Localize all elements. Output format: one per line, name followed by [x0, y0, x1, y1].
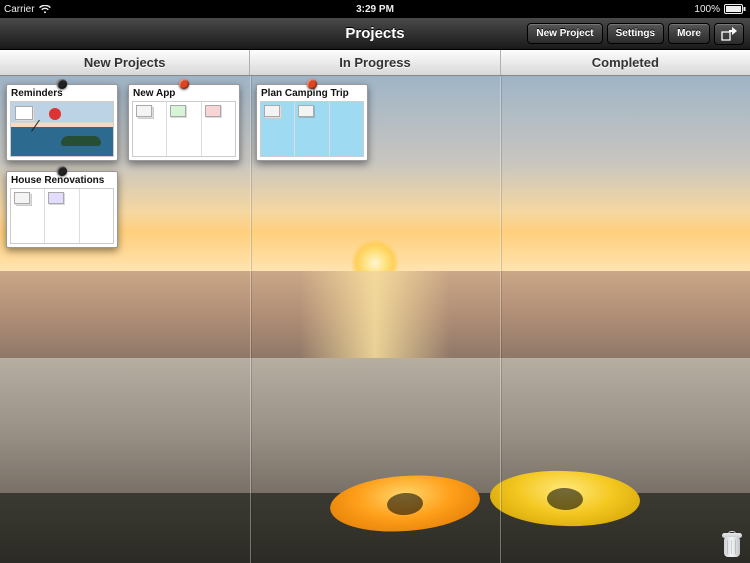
column-header-progress[interactable]: In Progress [250, 50, 500, 75]
pin-icon [179, 79, 189, 89]
battery-icon [724, 4, 746, 14]
share-button[interactable] [714, 23, 744, 45]
more-button[interactable]: More [668, 23, 710, 44]
trash-button[interactable] [722, 531, 742, 557]
column-in-progress[interactable]: Plan Camping Trip [250, 76, 500, 563]
wifi-icon [39, 5, 51, 14]
project-thumb [10, 101, 114, 157]
pin-icon [57, 166, 67, 176]
nav-bar: Projects New Project Settings More [0, 18, 750, 50]
project-card-new-app[interactable]: New App [128, 84, 240, 161]
settings-button[interactable]: Settings [607, 23, 664, 44]
battery-percent: 100% [694, 4, 720, 15]
pin-icon [57, 79, 67, 89]
status-clock: 3:29 PM [356, 4, 394, 15]
status-bar: Carrier 3:29 PM 100% [0, 0, 750, 18]
project-card-reminders[interactable]: Reminders [6, 84, 118, 161]
project-thumb [260, 101, 364, 157]
project-thumb [132, 101, 236, 157]
share-icon [721, 27, 737, 41]
carrier-label: Carrier [4, 4, 35, 15]
column-headers: New Projects In Progress Completed [0, 50, 750, 76]
column-header-completed[interactable]: Completed [501, 50, 750, 75]
project-card-camping[interactable]: Plan Camping Trip [256, 84, 368, 161]
column-header-new[interactable]: New Projects [0, 50, 250, 75]
page-title: Projects [345, 25, 404, 42]
project-card-house-renovations[interactable]: House Renovations [6, 171, 118, 248]
new-project-button[interactable]: New Project [527, 23, 602, 44]
project-board: Reminders New App [0, 76, 750, 563]
column-completed[interactable] [500, 76, 750, 563]
column-new-projects[interactable]: Reminders New App [0, 76, 250, 563]
pin-icon [307, 79, 317, 89]
project-thumb [10, 188, 114, 244]
